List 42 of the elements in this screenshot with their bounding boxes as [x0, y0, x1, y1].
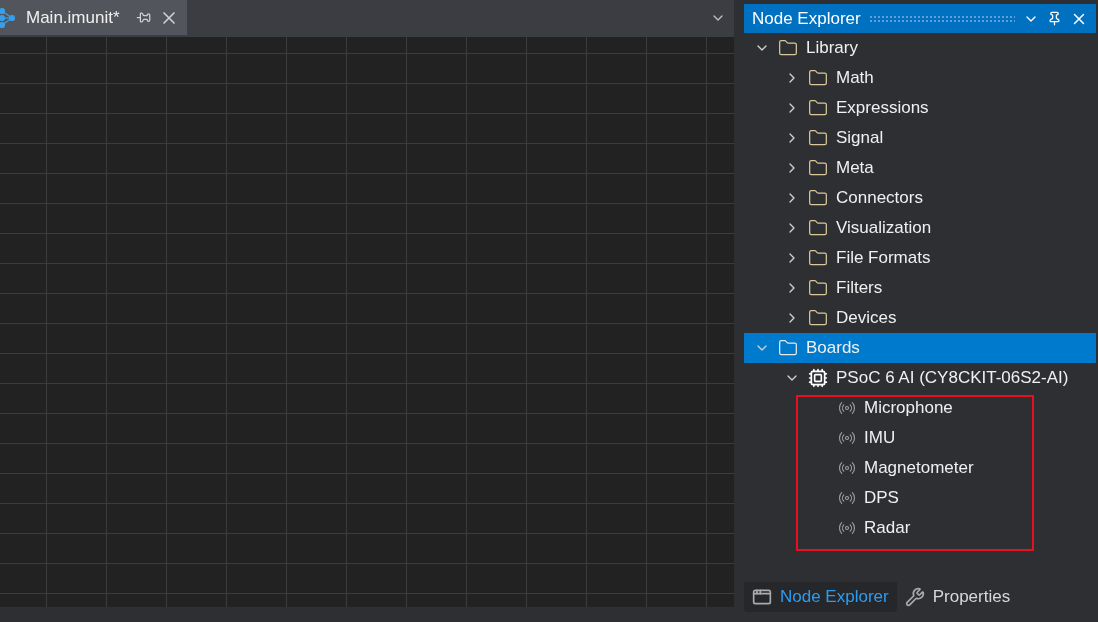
- tree-item[interactable]: Boards: [744, 333, 1096, 363]
- tree-item[interactable]: Signal: [744, 123, 1096, 153]
- tree-item[interactable]: Radar: [744, 513, 1096, 543]
- signal-icon: [838, 429, 856, 447]
- tree-item[interactable]: Magnetometer: [744, 453, 1096, 483]
- document-tab[interactable]: Main.imunit*: [0, 0, 187, 35]
- wrench-icon: [904, 587, 925, 607]
- signal-icon: [838, 459, 856, 477]
- pin-icon[interactable]: [1047, 11, 1062, 26]
- folder-icon: [808, 158, 828, 178]
- panel-tab[interactable]: Properties: [896, 582, 1019, 612]
- signal-icon: [838, 399, 856, 417]
- tree-item[interactable]: Connectors: [744, 183, 1096, 213]
- tree-item[interactable]: Math: [744, 63, 1096, 93]
- panel-tab[interactable]: Node Explorer: [744, 582, 897, 612]
- tree-item[interactable]: IMU: [744, 423, 1096, 453]
- folder-icon: [808, 128, 828, 148]
- tree-item[interactable]: Expressions: [744, 93, 1096, 123]
- signal-icon: [838, 489, 856, 507]
- folder-icon: [808, 68, 828, 88]
- tree-item[interactable]: DPS: [744, 483, 1096, 513]
- tree-item[interactable]: Microphone: [744, 393, 1096, 423]
- tree-item[interactable]: Meta: [744, 153, 1096, 183]
- window-icon: [752, 587, 772, 607]
- folder-icon: [778, 338, 798, 358]
- tree-item[interactable]: Library: [744, 33, 1096, 63]
- folder-icon: [808, 248, 828, 268]
- tree-item[interactable]: File Formats: [744, 243, 1096, 273]
- folder-icon: [808, 98, 828, 118]
- tree-item[interactable]: PSoC 6 AI (CY8CKIT-06S2-AI): [744, 363, 1096, 393]
- folder-icon: [808, 278, 828, 298]
- signal-icon: [838, 519, 856, 537]
- chip-icon: [808, 368, 828, 388]
- folder-icon: [808, 218, 828, 238]
- tree-item[interactable]: Devices: [744, 303, 1096, 333]
- panel-header: Node Explorer: [744, 4, 1096, 33]
- folder-icon: [808, 308, 828, 328]
- tree-item[interactable]: Visualization: [744, 213, 1096, 243]
- folder-icon: [778, 38, 798, 58]
- folder-icon: [808, 188, 828, 208]
- pin-icon[interactable]: [135, 10, 151, 25]
- tree-item[interactable]: Filters: [744, 273, 1096, 303]
